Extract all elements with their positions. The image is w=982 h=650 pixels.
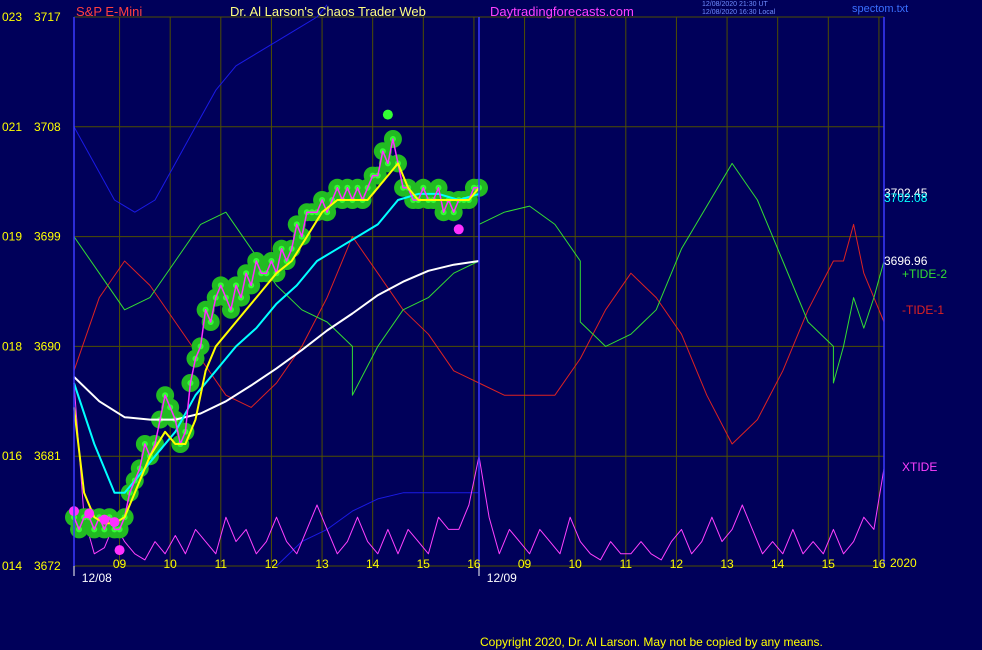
tide-plus2-label: +TIDE-2 [902,267,947,281]
y-tick-left-label: 021 [2,120,22,134]
y-tick-label: 3672 [34,559,61,573]
x-tick-label: 11 [620,557,633,571]
y-tick-left-label: 016 [2,449,22,463]
x-tick-label: 12 [670,557,684,571]
plot-frame [73,17,885,566]
filename-label: spectom.txt [852,3,909,15]
y-tick-label: 3717 [34,10,61,24]
low-marker [453,224,464,235]
x-tick-label: 10 [569,557,583,571]
value-label-2: 3702.08 [884,191,928,205]
x-tick-label: 14 [771,557,785,571]
x-axis: 09 10 11 12 13 14 15 16 09 10 11 12 13 14 15 1612/08 12/… [73,557,886,585]
low-marker [114,545,125,556]
timestamp-utc: 12/08/2020 21:30 UT [702,1,768,8]
x-tick-label: 11 [215,557,228,571]
x-tick-label: 16 [872,557,886,571]
timestamp-local: 12/08/2020 16:30 Local [702,9,776,16]
y-tick-label: 3699 [34,230,61,244]
x-tick-label: 13 [720,557,734,571]
tide-minus1-label: -TIDE-1 [902,303,944,317]
date-label: 12/09 [487,571,517,585]
y-tick-left-label: 014 [2,559,22,573]
x-tick-label: 15 [417,557,431,571]
x-tick-label: 10 [164,557,178,571]
right-labels: 3702.453702.083696.96+TIDE-2-TIDE-1XTIDE… [884,186,947,570]
copyright-notice: Copyright 2020, Dr. Al Larson. May not b… [480,635,823,649]
site-link[interactable]: Daytradingforecasts.com [490,4,634,19]
y-tick-left-label: 019 [2,230,22,244]
value-label-3: 3696.96 [884,254,928,268]
mid-average-line [73,192,480,494]
low-marker [99,514,110,525]
x-tick-label: 15 [822,557,836,571]
x-tick-label: 09 [518,557,532,571]
y-tick-left-label: 018 [2,339,22,353]
symbol-label: S&P E-Mini [76,4,143,19]
y-tick-label: 3708 [34,120,61,134]
x-tick-label: 13 [315,557,329,571]
series-layer [65,4,885,567]
x-tick-label: 14 [366,557,380,571]
high-marker [382,109,393,120]
date-label: 12/08 [82,571,112,585]
y-tick-left-label: 023 [2,10,22,24]
y-tick-label: 3690 [34,339,61,353]
y-tick-label: 3681 [34,449,61,463]
low-marker [84,508,95,519]
x-tick-label: 12 [265,557,279,571]
chart-canvas: 023 3717 021 3708 019 3699 018 3690 016 3681 014 36… [2,4,947,585]
xtide-label: XTIDE [902,460,937,474]
y-axis: 023 3717 021 3708 019 3699 018 3690 016 3681 014 36… [2,10,61,573]
chart-title: Dr. Al Larson's Chaos Trader Web [230,4,426,19]
low-marker [109,517,120,528]
upper-blue-line [73,4,328,213]
year-label: 2020 [890,556,917,570]
x-tick-label: 09 [113,557,127,571]
